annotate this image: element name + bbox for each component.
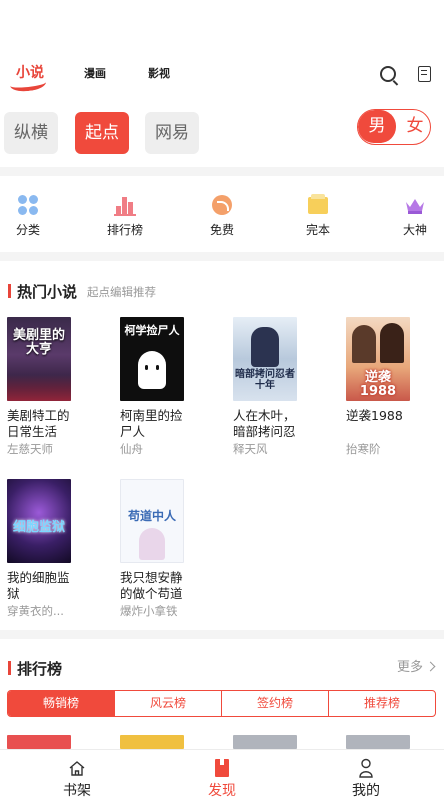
search-icon[interactable]	[380, 66, 396, 82]
ranking-book-cover[interactable]	[120, 735, 184, 749]
person-icon	[355, 758, 377, 778]
category-classify[interactable]: 分类	[0, 194, 58, 238]
nav-bookshelf[interactable]: 书架	[47, 758, 107, 800]
book-cover: 细胞监狱	[7, 479, 71, 563]
book-card[interactable]: 苟道中人 我只想安静的做个苟道 爆炸小拿铁	[120, 479, 188, 619]
section-subtitle: 起点编辑推荐	[87, 285, 156, 299]
gender-female[interactable]: 女	[400, 110, 430, 143]
book-cover: 美剧里的大亨	[7, 317, 71, 401]
folder-icon	[307, 194, 329, 216]
category-complete[interactable]: 完本	[288, 194, 348, 238]
grid-dots-icon	[17, 194, 39, 216]
category-label: 排行榜	[106, 223, 143, 237]
category-master[interactable]: 大神	[385, 194, 444, 238]
tab-novel[interactable]: 小说	[9, 60, 50, 93]
book-card[interactable]: 美剧里的大亨 美剧特工的日常生活 左慈天师	[7, 317, 75, 457]
cover-text: 暗部拷问忍者十年	[235, 369, 295, 391]
section-title: 热门小说	[17, 283, 78, 301]
book-author: 释天风	[233, 442, 268, 456]
history-icon[interactable]	[418, 66, 431, 82]
divider	[0, 167, 444, 176]
cover-text: 柯学捡尸人	[124, 324, 180, 337]
nav-profile[interactable]: 我的	[336, 758, 396, 800]
book-author: 爆炸小拿铁	[120, 604, 178, 618]
ranking-book-cover[interactable]	[233, 735, 297, 749]
book-title: 美剧特工的日常生活	[7, 408, 70, 439]
bottom-nav: 书架 发现 我的	[0, 749, 444, 803]
book-cover: 苟道中人	[120, 479, 184, 563]
book-cover: 暗部拷问忍者十年	[233, 317, 297, 401]
app-root: 小说 漫画 影视 纵横 起点 网易 男 女 分类 排行榜 免费 完本 大神 热门…	[0, 0, 444, 803]
book-card[interactable]: 逆袭1988 逆袭1988 抬寒阶	[346, 317, 414, 457]
chevron-right-icon	[425, 661, 436, 672]
bar-chart-icon	[114, 194, 136, 216]
top-bar: 小说 漫画 影视	[0, 55, 444, 95]
cover-text: 苟道中人	[127, 509, 176, 523]
category-ranking[interactable]: 排行榜	[95, 194, 155, 238]
cover-text: 逆袭1988	[359, 370, 397, 400]
ranking-tabs: 畅销榜 风云榜 签约榜 推荐榜	[7, 690, 436, 717]
book-author: 穿黄衣的...	[7, 604, 64, 618]
book-author: 抬寒阶	[346, 442, 381, 456]
nav-discover[interactable]: 发现	[192, 758, 252, 800]
more-link[interactable]: 更多	[396, 656, 436, 675]
nav-label: 发现	[208, 783, 236, 799]
cover-text: 细胞监狱	[12, 520, 65, 535]
book-title: 人在木叶，暗部拷问忍	[233, 408, 296, 439]
category-label: 大神	[402, 223, 427, 237]
gender-male[interactable]: 男	[358, 110, 396, 143]
source-wangyi[interactable]: 网易	[145, 112, 199, 154]
tab-video[interactable]: 影视	[148, 65, 170, 81]
section-accent	[8, 661, 11, 675]
home-icon	[66, 758, 88, 778]
bookmark-icon	[211, 758, 233, 778]
category-free[interactable]: 免费	[192, 194, 252, 238]
gender-toggle[interactable]: 男 女	[357, 109, 431, 145]
book-author: 左慈天师	[7, 442, 53, 456]
section-accent	[8, 284, 11, 298]
book-card[interactable]: 柯学捡尸人 柯南里的捡尸人 仙舟	[120, 317, 188, 457]
book-title: 逆袭1988	[346, 408, 403, 423]
book-card[interactable]: 细胞监狱 我的细胞监狱 穿黄衣的...	[7, 479, 75, 619]
tab-recommended[interactable]: 推荐榜	[328, 691, 435, 716]
logo-swoosh	[9, 75, 47, 93]
more-label: 更多	[396, 660, 423, 675]
book-title: 柯南里的捡尸人	[120, 408, 183, 439]
category-label: 免费	[209, 223, 234, 237]
nav-label: 书架	[63, 783, 91, 799]
book-author: 仙舟	[120, 442, 143, 456]
source-zongheng[interactable]: 纵横	[4, 112, 58, 154]
divider	[0, 252, 444, 261]
crown-icon	[404, 194, 426, 216]
nav-label: 我的	[352, 783, 380, 799]
tab-comics[interactable]: 漫画	[84, 65, 106, 81]
source-qidian[interactable]: 起点	[75, 112, 129, 154]
book-card[interactable]: 暗部拷问忍者十年 人在木叶，暗部拷问忍 释天风	[233, 317, 301, 457]
category-label: 完本	[305, 223, 330, 237]
book-cover: 逆袭1988	[346, 317, 410, 401]
tab-trending[interactable]: 风云榜	[114, 691, 221, 716]
section-title: 排行榜	[17, 660, 63, 678]
cover-text: 美剧里的大亨	[12, 328, 65, 358]
divider	[0, 630, 444, 639]
ranking-book-cover[interactable]	[7, 735, 71, 749]
category-label: 分类	[15, 223, 40, 237]
tab-bestseller[interactable]: 畅销榜	[8, 691, 114, 716]
ranking-book-cover[interactable]	[346, 735, 410, 749]
book-title: 我的细胞监狱	[7, 570, 70, 601]
book-cover: 柯学捡尸人	[120, 317, 184, 401]
tab-signed[interactable]: 签约榜	[221, 691, 328, 716]
coin-icon	[211, 194, 233, 216]
book-title: 我只想安静的做个苟道	[120, 570, 183, 601]
